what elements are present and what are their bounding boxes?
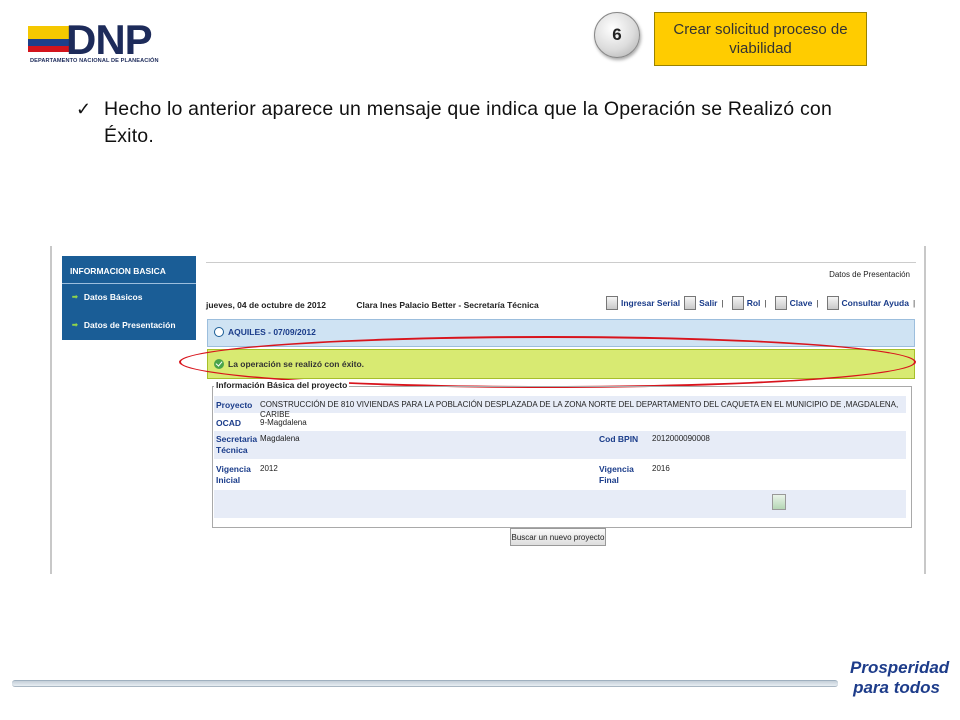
sidebar-item-datos-presentacion[interactable]: ➡ Datos de Presentación (62, 312, 196, 340)
instruction-bullet: ✓ Hecho lo anterior aparece un mensaje q… (76, 96, 876, 150)
cod-bpin-value: 2012000090008 (652, 434, 710, 443)
sidebar-item-label: Datos Básicos (83, 292, 143, 302)
secretaria-label-1: Secretaria (216, 434, 258, 444)
dnp-logo: DNP DEPARTAMENTO NACIONAL DE PLANEACIÓN (28, 16, 178, 70)
app-screenshot: INFORMACION BASICA ➡ Datos Básicos ➡ Dat… (50, 246, 926, 574)
footer-logo-line2: para todos (853, 678, 940, 697)
hierarchy-icon[interactable] (772, 494, 786, 510)
role-icon[interactable] (731, 296, 744, 310)
cod-bpin-label: Cod BPIN (599, 434, 639, 444)
page-section-title: Datos de Presentación (829, 270, 910, 279)
exit-icon[interactable] (684, 296, 697, 310)
step-title-box: Crear solicitud proceso de viabilidad (654, 12, 867, 66)
prosperidad-logo: Prosperidad para todos (850, 658, 950, 704)
search-new-project-button[interactable]: Buscar un nuevo proyecto (510, 528, 606, 546)
divider (206, 262, 916, 263)
vigencia-final-label-2: Final (599, 475, 619, 485)
footer-logo-line1: Prosperidad (850, 658, 950, 677)
user-info-line: jueves, 04 de octubre de 2012 Clara Ines… (206, 300, 539, 310)
success-message-bar: La operación se realizó con éxito. (207, 349, 915, 379)
vigencia-inicial-label-1: Vigencia (216, 464, 251, 474)
sidebar-header: INFORMACION BASICA (62, 256, 196, 284)
success-check-icon (214, 359, 224, 369)
session-banner: AQUILES - 07/09/2012 (207, 319, 915, 347)
secretaria-label-2: Técnica (216, 445, 248, 455)
vigencia-inicial-label-2: Inicial (216, 475, 241, 485)
arrow-right-icon: ➡ (72, 322, 78, 329)
session-banner-text: AQUILES - 07/09/2012 (228, 327, 316, 337)
arrow-right-icon: ➡ (72, 294, 78, 301)
key-icon[interactable] (774, 296, 787, 310)
row-ocad: OCAD 9-Magdalena (214, 414, 906, 430)
ocad-value: 9-Magdalena (260, 418, 307, 427)
row-secretaria: Secretaria Técnica Magdalena Cod BPIN 20… (214, 431, 906, 459)
sidebar-item-label: Datos de Presentación (83, 320, 176, 330)
info-icon (214, 327, 224, 337)
current-date: jueves, 04 de octubre de 2012 (206, 300, 327, 310)
success-message-text: La operación se realizó con éxito. (228, 359, 365, 369)
ingresar-serial-link[interactable]: Ingresar Serial (621, 298, 680, 308)
row-proyecto: Proyecto CONSTRUCCIÓN DE 810 VIVIENDAS P… (214, 396, 906, 419)
instruction-text: Hecho lo anterior aparece un mensaje que… (104, 98, 832, 147)
ocad-label: OCAD (216, 418, 242, 428)
vigencia-inicial-value: 2012 (260, 464, 278, 473)
logo-subtitle: DEPARTAMENTO NACIONAL DE PLANEACIÓN (30, 58, 159, 64)
sidebar: INFORMACION BASICA ➡ Datos Básicos ➡ Dat… (62, 256, 196, 340)
vigencia-final-value: 2016 (652, 464, 670, 473)
clave-link[interactable]: Clave (790, 298, 813, 308)
help-icon[interactable] (826, 296, 839, 310)
logo-name: DNP (66, 16, 153, 63)
current-user: Clara Ines Palacio Better - Secretaría T… (356, 300, 539, 310)
sidebar-item-datos-basicos[interactable]: ➡ Datos Básicos (62, 284, 196, 312)
secretaria-value: Magdalena (260, 434, 300, 443)
fieldset-legend: Información Básica del proyecto (214, 380, 350, 390)
footer-divider (12, 680, 838, 687)
step-number-badge: 6 (594, 12, 640, 58)
proyecto-label: Proyecto (216, 400, 253, 410)
serial-icon[interactable] (606, 296, 618, 310)
consultar-ayuda-link[interactable]: Consultar Ayuda (842, 298, 909, 308)
checkmark-icon: ✓ (76, 99, 92, 119)
salir-link[interactable]: Salir (699, 298, 717, 308)
toolbar: Ingresar Serial Salir | Rol | Clave | Co… (602, 296, 919, 310)
row-vigencia: Vigencia Inicial 2012 Vigencia Final 201… (214, 460, 906, 489)
colombia-flag-icon (28, 26, 70, 52)
row-actions (214, 490, 906, 518)
vigencia-final-label-1: Vigencia (599, 464, 634, 474)
rol-link[interactable]: Rol (747, 298, 761, 308)
